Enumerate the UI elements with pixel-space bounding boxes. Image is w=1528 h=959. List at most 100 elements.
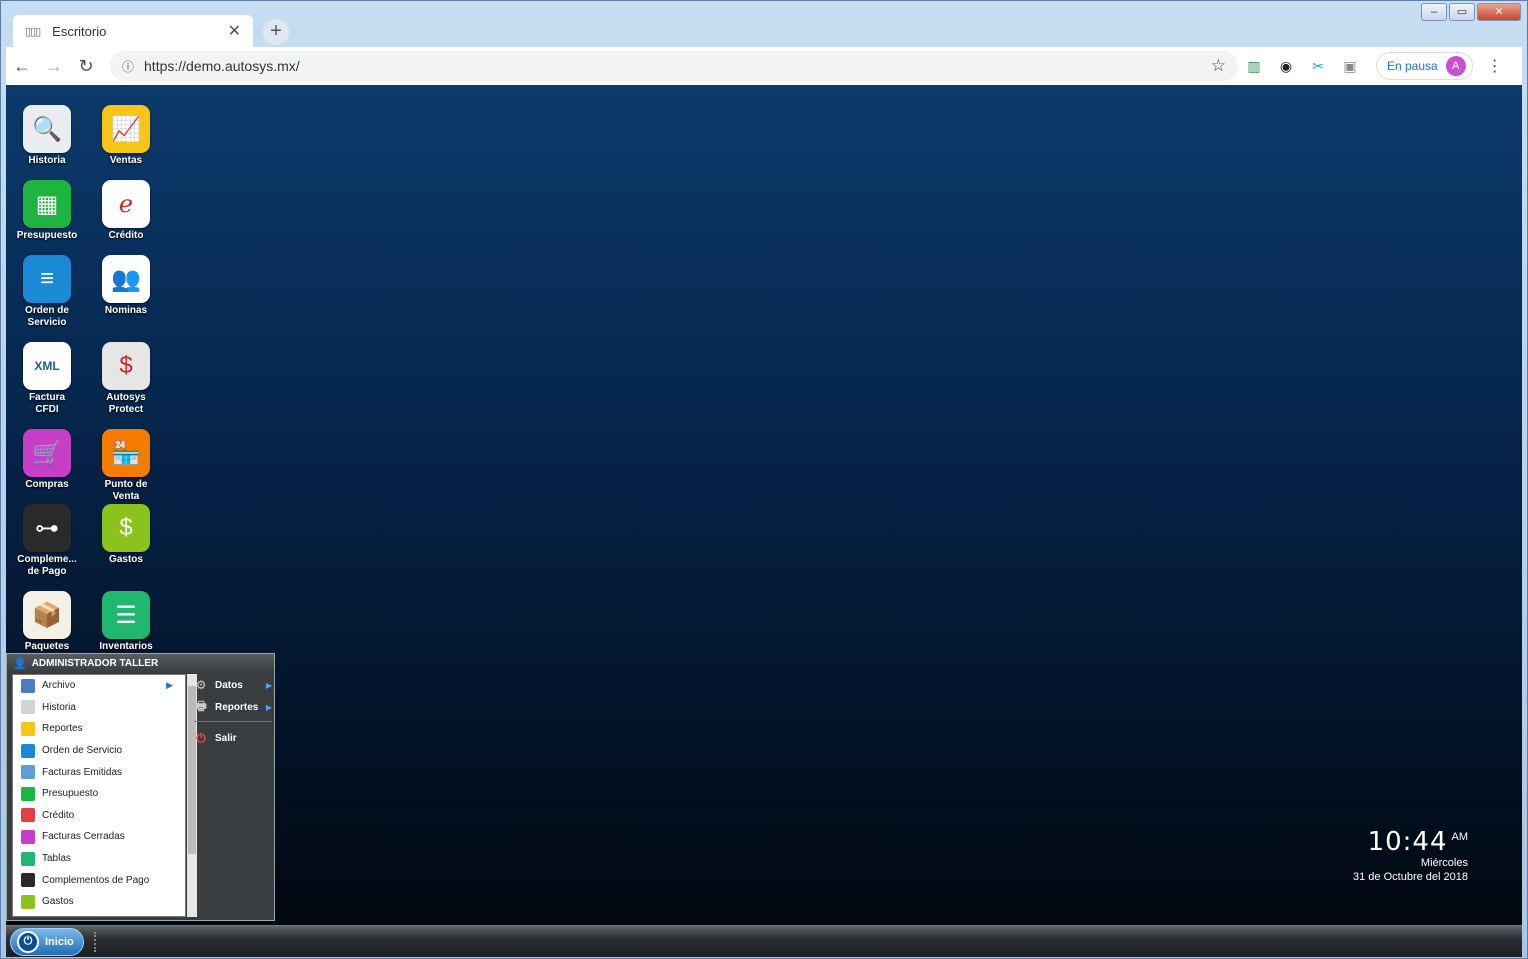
- desktop-icon-label: Historia: [28, 155, 66, 166]
- start-menu-system-label: Salir: [215, 732, 237, 744]
- start-menu-item[interactable]: Historia: [13, 697, 185, 719]
- taskbar: ⏻ Inicio: [6, 925, 1522, 957]
- forward-button[interactable]: →: [38, 56, 70, 77]
- start-menu-system-item[interactable]: ⏻ Salir: [194, 727, 272, 749]
- start-menu-item[interactable]: Presupuesto: [13, 783, 185, 805]
- start-menu-item[interactable]: Complementos de Pago: [13, 869, 185, 891]
- extension-user-icon[interactable]: ▣: [1334, 58, 1366, 75]
- start-menu-username: ADMINISTRADOR TALLER: [31, 657, 159, 669]
- start-menu-item[interactable]: Facturas Cerradas: [13, 826, 185, 848]
- tab-escritorio[interactable]: ▯▯▯ Escritorio ✕: [13, 15, 253, 47]
- start-menu-item[interactable]: Archivo ▶: [13, 675, 185, 697]
- start-menu-system-label: Reportes: [215, 701, 259, 713]
- desktop-icon[interactable]: ⊶ Compleme... de Pago: [8, 504, 86, 578]
- power-exit-icon: ⏻: [196, 730, 206, 745]
- desktop-icon-label: Compras: [25, 479, 69, 490]
- desktop-icon-label: Presupuesto: [16, 230, 78, 241]
- power-icon: ⏻: [17, 931, 39, 953]
- desktop-icon[interactable]: ≡ Orden de Servicio: [8, 255, 86, 329]
- profile-paused-button[interactable]: En pausa A: [1376, 52, 1473, 80]
- list-icon: ☰: [102, 591, 150, 639]
- magnifier-icon: [21, 700, 35, 715]
- taskbar-grip[interactable]: [94, 932, 98, 952]
- desktop-icon-label: Inventarios: [99, 641, 153, 652]
- tab-close-icon[interactable]: ✕: [228, 21, 241, 41]
- browser-menu-icon[interactable]: ⋮: [1487, 56, 1503, 76]
- desktop-icon-label: Nominas: [104, 305, 148, 316]
- start-menu-programs: Archivo ▶ Historia Reportes Orden de Servici…: [12, 674, 186, 917]
- desktop-icon[interactable]: ℯ Crédito: [87, 180, 165, 242]
- site-info-icon[interactable]: ⓘ: [122, 58, 134, 75]
- spreadsheet-icon: ▦: [23, 180, 71, 228]
- tab-favicon-icon: ▯▯▯: [25, 25, 41, 38]
- clock-day: Miércoles: [1420, 857, 1468, 869]
- clock-date: 31 de Octubre del 2018: [1353, 871, 1468, 883]
- start-menu-system-label: Datos: [215, 679, 243, 691]
- desktop-icon[interactable]: 👥 Nominas: [87, 255, 165, 317]
- start-menu-item[interactable]: Orden de Servicio: [13, 740, 185, 762]
- extension-chart-icon[interactable]: ▥: [1238, 58, 1270, 75]
- tab-strip: ▯▯▯ Escritorio ✕ + – ▭ ✕: [1, 1, 1527, 47]
- desktop-clock: 10:44 AM Miércoles 31 de Octubre del 2018: [1353, 827, 1468, 883]
- start-menu-item[interactable]: Reportes: [13, 718, 185, 740]
- desktop-icon[interactable]: 🛒 Compras: [8, 429, 86, 491]
- desktop: 🔍 Historia 📈 Ventas ▦ Presupuesto ℯ Crédito ≡ Ord…: [6, 85, 1522, 925]
- clock-time: 10:44: [1367, 827, 1448, 857]
- closed-invoice-icon: [21, 829, 35, 844]
- new-tab-button[interactable]: +: [263, 19, 289, 45]
- start-menu-system-item[interactable]: ⚙ Datos ▶: [194, 674, 272, 696]
- maximize-button[interactable]: ▭: [1449, 3, 1475, 21]
- start-menu-user-header: 👤 ADMINISTRADOR TALLER: [7, 654, 274, 672]
- desktop-icon[interactable]: 🏪 Punto de Venta: [87, 429, 165, 503]
- store-icon: 🏪: [102, 429, 150, 477]
- table-icon: [21, 851, 35, 866]
- clock-ampm: AM: [1451, 831, 1469, 843]
- xml-invoice-icon: XML: [23, 342, 71, 390]
- desktop-icon-label: Compleme... de Pago: [17, 554, 77, 577]
- desktop-icon-label: Punto de Venta: [104, 479, 148, 502]
- extension-camera-icon[interactable]: ◉: [1270, 58, 1302, 75]
- desktop-icon[interactable]: XML Factura CFDI: [8, 342, 86, 416]
- window-close-button[interactable]: ✕: [1477, 3, 1521, 21]
- desktop-icon[interactable]: 🔍 Historia: [8, 105, 86, 167]
- start-menu-item-label: Complementos de Pago: [42, 874, 150, 886]
- bookmark-star-icon[interactable]: ☆: [1211, 56, 1226, 76]
- minimize-button[interactable]: –: [1421, 3, 1447, 21]
- desktop-icon[interactable]: $ Gastos: [87, 504, 165, 566]
- extension-scissors-icon[interactable]: ✂: [1302, 58, 1334, 75]
- reload-button[interactable]: ↻: [70, 56, 102, 77]
- user-icon: 👤: [13, 657, 27, 670]
- spreadsheet-icon: [21, 786, 35, 801]
- desktop-icon[interactable]: $ Autosys Protect: [87, 342, 165, 416]
- start-menu-item[interactable]: Gastos: [13, 891, 185, 913]
- desktop-icon-label: Autosys Protect: [106, 392, 146, 415]
- submenu-arrow-icon: ▶: [166, 680, 173, 691]
- submenu-arrow-icon: ▶: [265, 702, 272, 712]
- browser-toolbar: ← → ↻ ⓘ https://demo.autosys.mx/ ☆ ▥ ◉ ✂…: [6, 47, 1522, 85]
- payroll-icon: 👥: [102, 255, 150, 303]
- desktop-icon[interactable]: ☰ Inventarios: [87, 591, 165, 653]
- start-menu-system-item[interactable]: 🖶 Reportes ▶: [194, 696, 272, 718]
- start-menu-item-label: Facturas Emitidas: [42, 766, 123, 778]
- coins-icon: [21, 894, 35, 909]
- document-icon: ≡: [23, 255, 71, 303]
- line-chart-icon: 📈: [102, 105, 150, 153]
- start-menu-item[interactable]: Tablas: [13, 848, 185, 870]
- invoice-icon: [21, 765, 35, 780]
- start-menu-item[interactable]: Crédito: [13, 805, 185, 827]
- desktop-icon[interactable]: ▦ Presupuesto: [8, 180, 86, 242]
- address-bar[interactable]: ⓘ https://demo.autosys.mx/ ☆: [110, 51, 1238, 81]
- desktop-icon[interactable]: 📦 Paquetes: [8, 591, 86, 653]
- document-icon: [21, 743, 35, 758]
- start-button[interactable]: ⏻ Inicio: [10, 928, 84, 956]
- payment-complement-icon: [21, 873, 35, 888]
- menu-separator: [194, 721, 272, 722]
- start-button-label: Inicio: [45, 936, 74, 948]
- credit-icon: ℯ: [102, 180, 150, 228]
- back-button[interactable]: ←: [6, 56, 38, 77]
- desktop-icon[interactable]: 📈 Ventas: [87, 105, 165, 167]
- start-menu-item[interactable]: Facturas Emitidas: [13, 761, 185, 783]
- start-menu-item-label: Crédito: [42, 809, 75, 821]
- desktop-icon-label: Orden de Servicio: [25, 305, 69, 328]
- desktop-icon-label: Factura CFDI: [28, 392, 66, 415]
